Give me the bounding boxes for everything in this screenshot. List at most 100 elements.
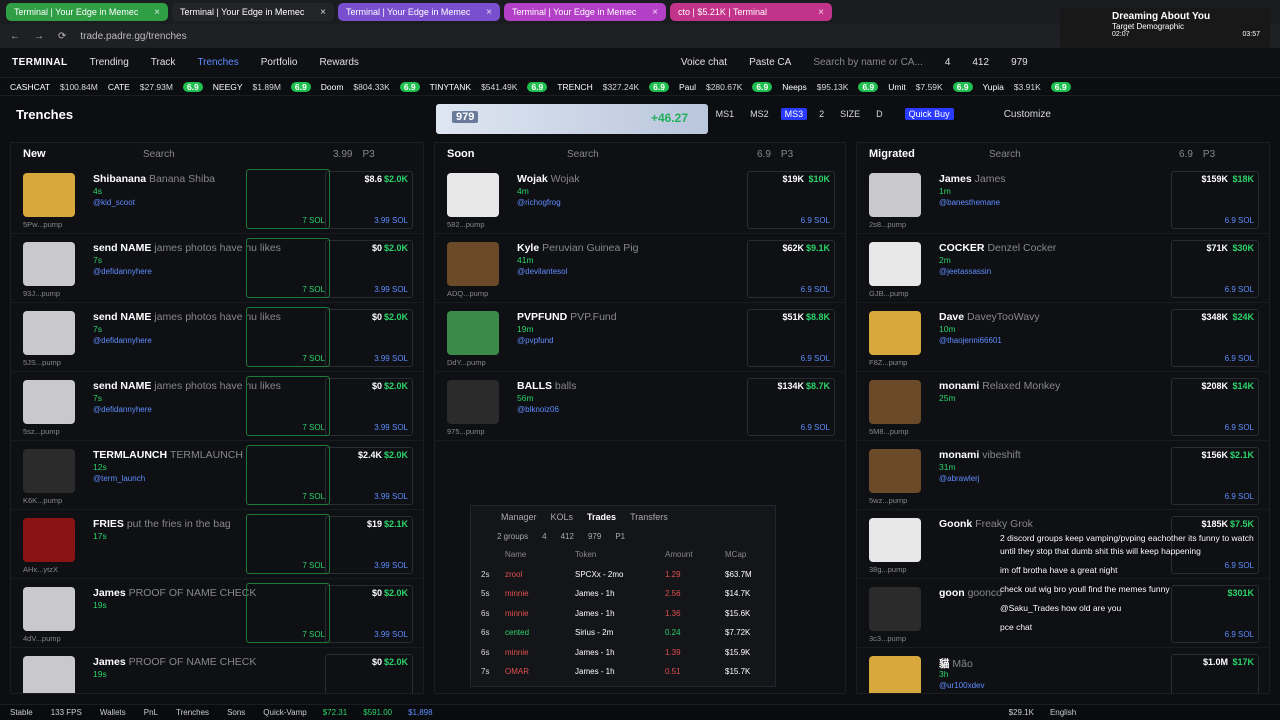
token-avatar[interactable]	[869, 173, 921, 217]
token-ca[interactable]: 4dV...pump	[23, 634, 61, 643]
column-amount[interactable]: 6.9	[1179, 149, 1193, 160]
browser-tab[interactable]: Terminal | Your Edge in Memec ×	[338, 3, 500, 21]
trades-preset[interactable]: P1	[615, 532, 625, 541]
status-item[interactable]: PnL	[144, 708, 158, 717]
close-icon[interactable]: ×	[652, 7, 658, 18]
status-item[interactable]: Quick-Vamp	[263, 708, 306, 717]
token-card[interactable]: James PROOF OF NAME CHECK 19s $0 $2.0K	[11, 648, 423, 693]
status-item[interactable]: Wallets	[100, 708, 126, 717]
token-avatar[interactable]	[869, 518, 921, 562]
ticker-symbol[interactable]: CASHCAT	[10, 82, 50, 92]
ticker-symbol[interactable]: NEEGY	[213, 82, 243, 92]
trades-tab-trades[interactable]: Trades	[587, 512, 616, 522]
close-icon[interactable]: ×	[486, 7, 492, 18]
trades-tab-transfers[interactable]: Transfers	[630, 512, 668, 522]
quick-buy-button[interactable]: 3.99 SOL	[374, 561, 408, 570]
browser-tab[interactable]: Terminal | Your Edge in Memec ×	[6, 3, 168, 21]
token-ca[interactable]: 582...pump	[447, 220, 485, 229]
token-avatar[interactable]	[869, 587, 921, 631]
nav-track[interactable]: Track	[151, 57, 176, 68]
quick-buy-button[interactable]: 6.9 SOL	[801, 354, 830, 363]
token-avatar[interactable]	[447, 242, 499, 286]
token-handle[interactable]: @pvpfund	[517, 336, 554, 345]
token-ca[interactable]: 93J...pump	[23, 289, 60, 298]
token-card[interactable]: 93J...pump send NAME james photos have nu…	[11, 234, 423, 303]
trade-row[interactable]: 5s minnie James - 1h 2.56 $14.7K	[471, 584, 775, 604]
token-handle[interactable]: @banesthemane	[939, 198, 1000, 207]
trade-token[interactable]: Sirius - 2m	[575, 628, 665, 637]
quick-buy-button[interactable]: 3.99 SOL	[374, 630, 408, 639]
paste-ca-button[interactable]: Paste CA	[749, 57, 791, 68]
token-ca[interactable]: 38g...pump	[869, 565, 907, 574]
quick-buy-button[interactable]: 6.9 SOL	[801, 216, 830, 225]
token-handle[interactable]: @devilantesol	[517, 267, 567, 276]
token-handle[interactable]: @blknoiz06	[517, 405, 559, 414]
trade-name[interactable]: zrool	[505, 570, 575, 579]
language[interactable]: English	[1050, 708, 1076, 717]
token-avatar[interactable]	[869, 656, 921, 693]
token-avatar[interactable]	[23, 518, 75, 562]
browser-tab[interactable]: cto | $5.21K | Terminal ×	[670, 3, 832, 21]
ticker-symbol[interactable]: Doom	[321, 82, 344, 92]
mode-ms2[interactable]: MS2	[746, 108, 773, 120]
nav-trending[interactable]: Trending	[90, 57, 129, 68]
token-card[interactable]: GJB...pump COCKER Denzel Cocker 2m @jeetass…	[857, 234, 1269, 303]
groups-select[interactable]: 2 groups	[497, 532, 528, 541]
column-search[interactable]: Search	[989, 149, 1109, 160]
trade-token[interactable]: James - 1h	[575, 609, 665, 618]
column-amount[interactable]: 3.99	[333, 149, 352, 160]
status-item[interactable]: Stable	[10, 708, 33, 717]
wallet-count[interactable]: 4	[945, 57, 951, 68]
column-preset[interactable]: P3	[781, 149, 793, 160]
ticker-symbol[interactable]: TRENCH	[557, 82, 592, 92]
quick-buy-button[interactable]: 3.99 SOL	[374, 423, 408, 432]
token-avatar[interactable]	[23, 311, 75, 355]
token-avatar[interactable]	[447, 173, 499, 217]
token-card[interactable]: AHx...ytzX FRIES put the fries in the bag…	[11, 510, 423, 579]
token-avatar[interactable]	[869, 449, 921, 493]
token-ca[interactable]: F8Z...pump	[869, 358, 907, 367]
token-ca[interactable]: 5sz...pump	[23, 427, 60, 436]
token-card[interactable]: 582...pump Wojak Wojak 4m @richogfrog $19K $1…	[435, 165, 845, 234]
token-card[interactable]: 5M8...pump monami Relaxed Monkey 25m $208K $…	[857, 372, 1269, 441]
token-card[interactable]: 貓 Mão 3h @ur100xdev $1.0M $17K	[857, 648, 1269, 693]
trade-row[interactable]: 6s minnie James - 1h 1.39 $15.9K	[471, 643, 775, 663]
token-ca[interactable]: 5Pw...pump	[23, 220, 62, 229]
logo[interactable]: TERMINAL	[12, 57, 68, 68]
quick-buy-toggle[interactable]: Quick Buy	[904, 108, 954, 120]
mode-ms3[interactable]: MS3	[780, 108, 808, 120]
quick-buy-button[interactable]: 3.99 SOL	[374, 492, 408, 501]
token-avatar[interactable]	[447, 311, 499, 355]
token-avatar[interactable]	[447, 380, 499, 424]
column-search[interactable]: Search	[567, 149, 687, 160]
token-avatar[interactable]	[23, 656, 75, 693]
trade-name[interactable]: minnie	[505, 589, 575, 598]
status-item[interactable]: Sons	[227, 708, 245, 717]
close-icon[interactable]: ×	[818, 7, 824, 18]
quick-buy-button[interactable]: 6.9 SOL	[1225, 285, 1254, 294]
token-card[interactable]: 2s8...pump James James 1m @banesthemane $159…	[857, 165, 1269, 234]
token-avatar[interactable]	[869, 242, 921, 286]
token-handle[interactable]: @defidannyhere	[93, 336, 152, 345]
nav-portfolio[interactable]: Portfolio	[261, 57, 298, 68]
token-card[interactable]: 5Pw...pump Shibanana Banana Shiba 4s @kid_s…	[11, 165, 423, 234]
customize-button[interactable]: Customize	[1004, 109, 1051, 120]
quick-buy-button[interactable]: 6.9 SOL	[1225, 216, 1254, 225]
back-icon[interactable]: ←	[10, 31, 20, 42]
browser-tab[interactable]: Terminal | Your Edge in Memec ×	[504, 3, 666, 21]
mode-ms1[interactable]: MS1	[712, 108, 739, 120]
token-handle[interactable]: @term_launch	[93, 474, 145, 483]
token-card[interactable]: ADQ...pump Kyle Peruvian Guinea Pig 41m @de…	[435, 234, 845, 303]
token-handle[interactable]: @jeetassassin	[939, 267, 991, 276]
token-avatar[interactable]	[869, 380, 921, 424]
token-card[interactable]: 5wz...pump monami vibeshift 31m @abrawlerj $…	[857, 441, 1269, 510]
token-avatar[interactable]	[23, 380, 75, 424]
search-input[interactable]: Search by name or CA...	[813, 57, 923, 68]
token-ca[interactable]: K6K...pump	[23, 496, 62, 505]
trade-row[interactable]: 6s minnie James - 1h 1.36 $15.6K	[471, 604, 775, 624]
token-avatar[interactable]	[23, 173, 75, 217]
token-ca[interactable]: GJB...pump	[869, 289, 909, 298]
token-card[interactable]: F8Z...pump Dave DaveyTooWavy 10m @thaojenni…	[857, 303, 1269, 372]
ticker-symbol[interactable]: CATE	[108, 82, 130, 92]
nav-rewards[interactable]: Rewards	[319, 57, 358, 68]
